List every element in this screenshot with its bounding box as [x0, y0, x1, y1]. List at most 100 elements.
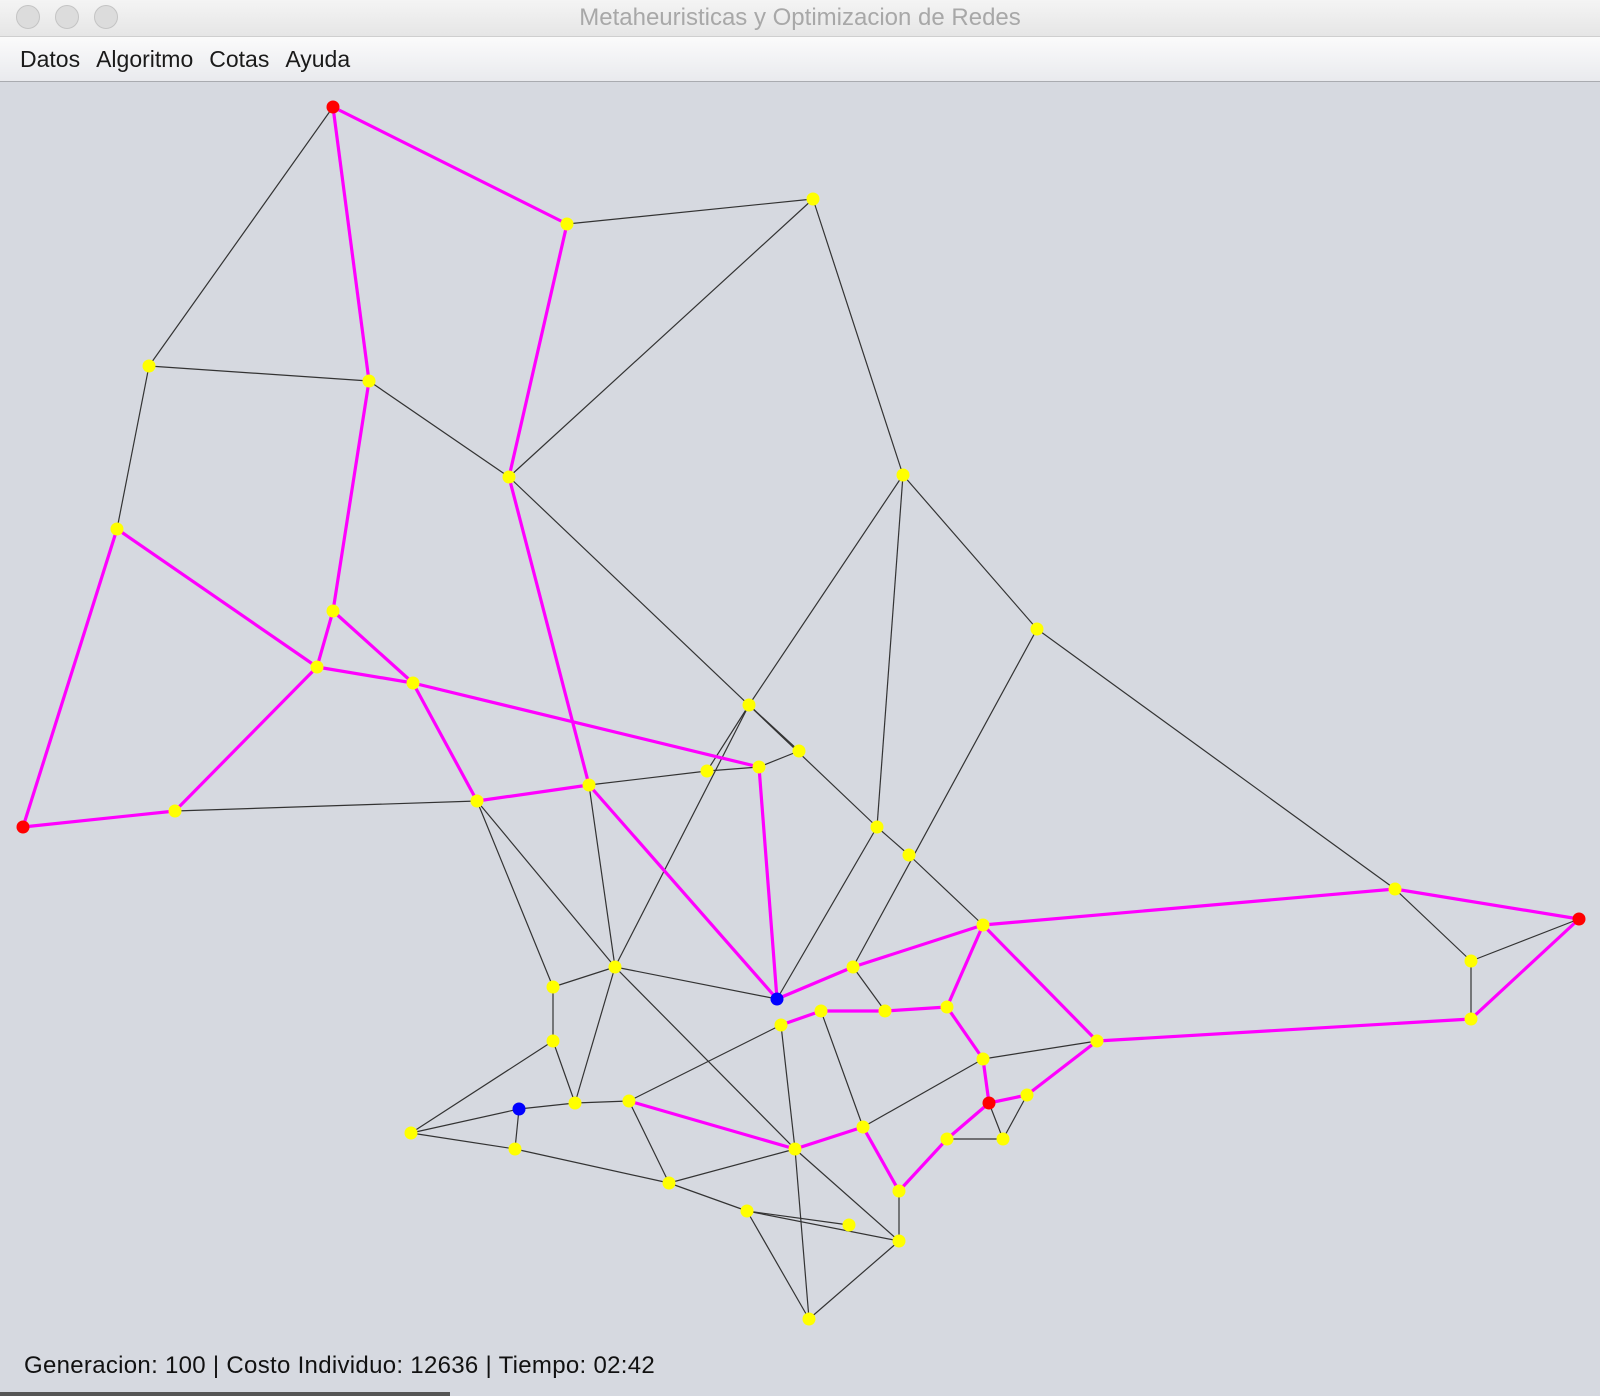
- network-edge: [908, 854, 984, 926]
- network-node: [310, 660, 324, 674]
- terminal-node: [326, 100, 340, 114]
- network-edge: [174, 800, 478, 812]
- network-edge: [368, 380, 510, 478]
- network-node: [870, 820, 884, 834]
- network-edge: [820, 1010, 864, 1128]
- network-edge: [746, 1210, 850, 1226]
- network-node: [546, 1034, 560, 1048]
- network-edge: [588, 770, 708, 786]
- network-node: [940, 1132, 954, 1146]
- special-node: [770, 992, 784, 1006]
- terminal-node: [16, 820, 30, 834]
- app-window: Metaheuristicas y Optimizacion de Redes …: [0, 0, 1600, 1396]
- path-edge: [173, 665, 319, 813]
- path-edge: [776, 965, 854, 1001]
- network-edge: [514, 1148, 670, 1184]
- path-edge: [982, 887, 1396, 927]
- network-node: [856, 1120, 870, 1134]
- network-edge: [668, 1182, 748, 1212]
- menu-datos[interactable]: Datos: [20, 46, 80, 73]
- network-edge: [852, 628, 1038, 968]
- path-edge: [861, 1126, 901, 1192]
- network-node: [142, 359, 156, 373]
- path-edge: [507, 223, 569, 478]
- network-node: [846, 960, 860, 974]
- network-node: [996, 1132, 1010, 1146]
- path-edge: [794, 1125, 864, 1151]
- network-node: [662, 1176, 676, 1190]
- special-node: [512, 1102, 526, 1116]
- network-node: [1030, 622, 1044, 636]
- network-node: [878, 1004, 892, 1018]
- network-edge: [508, 476, 878, 828]
- path-edge: [21, 528, 119, 828]
- network-node: [792, 744, 806, 758]
- network-nodes: [16, 100, 1586, 1326]
- path-edge: [945, 1101, 991, 1141]
- network-edge: [1002, 1094, 1028, 1140]
- network-node: [502, 470, 516, 484]
- network-edge: [746, 1210, 810, 1320]
- path-edge: [1096, 1017, 1472, 1043]
- network-node: [1464, 954, 1478, 968]
- network-edge: [410, 1132, 516, 1150]
- path-edge: [897, 1137, 949, 1193]
- network-node: [560, 217, 574, 231]
- path-edge: [981, 1058, 991, 1104]
- network-edge: [552, 1040, 576, 1104]
- path-edge: [315, 610, 335, 668]
- network-node: [892, 1184, 906, 1198]
- network-edge: [508, 198, 814, 478]
- network-edge: [410, 1108, 520, 1134]
- network-node: [1090, 1034, 1104, 1048]
- network-node: [168, 804, 182, 818]
- network-canvas[interactable]: [0, 83, 1600, 1396]
- network-edge: [776, 826, 878, 1000]
- network-node: [842, 1218, 856, 1232]
- network-node: [582, 778, 596, 792]
- network-edge: [518, 1102, 576, 1110]
- network-edge: [668, 1148, 796, 1184]
- network-edge: [808, 1240, 900, 1320]
- network-node: [362, 374, 376, 388]
- network-node: [742, 698, 756, 712]
- network-node: [940, 1000, 954, 1014]
- terminal-node: [982, 1096, 996, 1110]
- network-node: [802, 1312, 816, 1326]
- network-edge: [706, 766, 760, 772]
- network-edge: [794, 1148, 810, 1320]
- network-edge: [746, 1210, 900, 1242]
- path-edge: [757, 766, 779, 1000]
- network-edge: [902, 474, 1038, 630]
- status-readout: Generacion: 100 | Costo Individuo: 12636…: [24, 1352, 656, 1379]
- network-edge: [628, 1024, 782, 1102]
- path-edges: [21, 105, 1581, 1193]
- network-node: [1464, 1012, 1478, 1026]
- menu-ayuda[interactable]: Ayuda: [285, 46, 350, 73]
- path-edge: [1026, 1039, 1098, 1097]
- menu-algoritmo[interactable]: Algoritmo: [96, 46, 193, 73]
- path-edge: [945, 1006, 985, 1060]
- path-edge: [1469, 917, 1581, 1021]
- network-node: [1020, 1088, 1034, 1102]
- progress-line: [0, 1392, 450, 1396]
- network-node: [902, 848, 916, 862]
- network-edge: [748, 474, 904, 706]
- network-edges: [116, 106, 1580, 1320]
- path-edge: [476, 783, 590, 803]
- network-node: [568, 1096, 582, 1110]
- network-node: [406, 676, 420, 690]
- network-node: [110, 522, 124, 536]
- path-edge: [507, 476, 591, 786]
- network-node: [752, 760, 766, 774]
- path-edge: [22, 809, 176, 829]
- network-node: [622, 1094, 636, 1108]
- network-edge: [982, 1040, 1098, 1060]
- network-edge: [812, 198, 904, 476]
- network-edge: [628, 1100, 670, 1184]
- network-edge: [748, 704, 800, 752]
- network-edge: [476, 800, 554, 988]
- menu-cotas[interactable]: Cotas: [209, 46, 269, 73]
- network-node: [470, 794, 484, 808]
- network-edge: [852, 966, 886, 1012]
